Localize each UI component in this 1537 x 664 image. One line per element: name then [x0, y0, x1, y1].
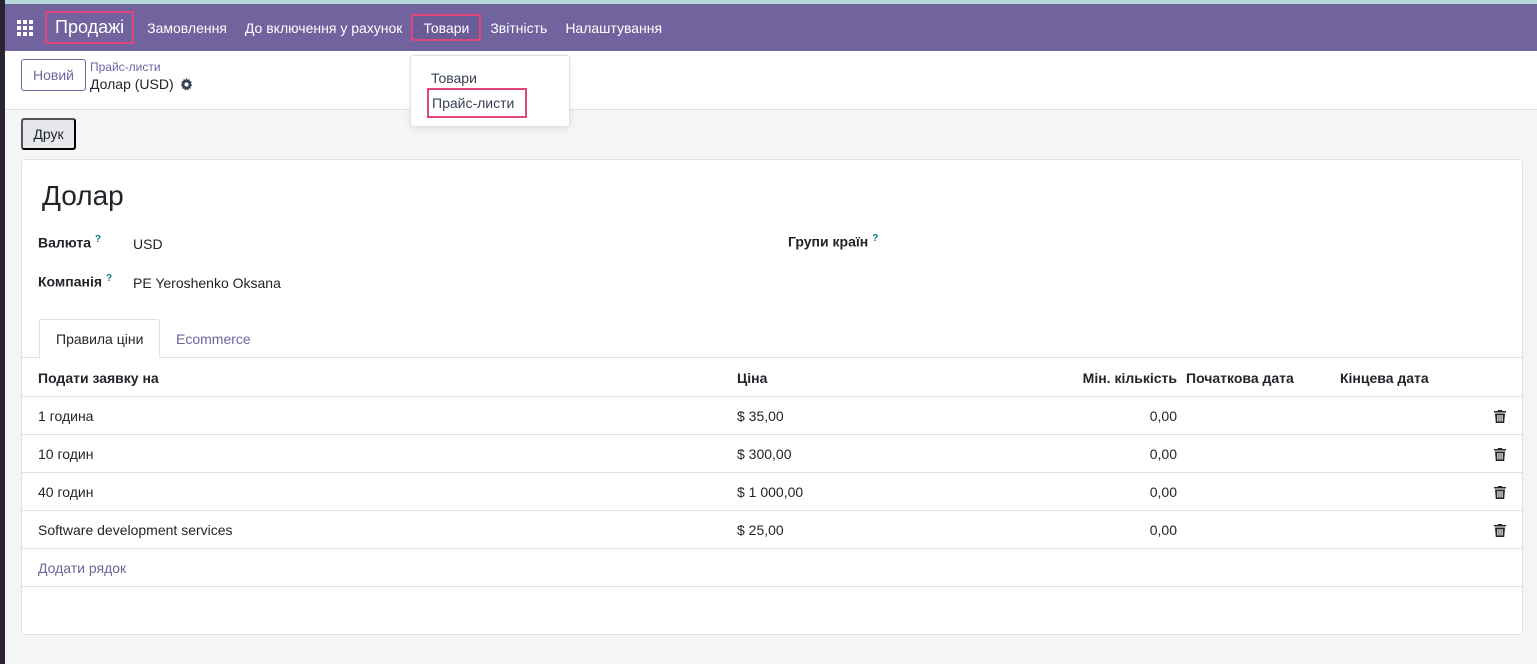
row-price: $ 25,00	[737, 522, 784, 538]
dropdown-item-products[interactable]: Товари	[431, 68, 477, 88]
row-price: $ 300,00	[737, 446, 792, 462]
row-product: 10 годин	[38, 446, 94, 462]
add-line-link[interactable]: Додати рядок	[38, 549, 126, 587]
row-product: 40 годин	[38, 484, 94, 500]
top-navbar: Продажі Замовлення До включення у рахуно…	[5, 4, 1537, 51]
country-groups-help-icon[interactable]: ?	[872, 233, 878, 244]
trash-icon[interactable]	[1492, 397, 1508, 435]
menu-orders[interactable]: Замовлення	[138, 14, 236, 41]
company-help-icon[interactable]: ?	[106, 273, 112, 284]
header-price[interactable]: Ціна	[737, 359, 767, 397]
row-price: $ 35,00	[737, 408, 784, 424]
table-row[interactable]: 1 година $ 35,00 0,00	[22, 397, 1522, 435]
country-groups-label-text: Групи країн	[788, 233, 869, 250]
header-min-qty[interactable]: Мін. кількість	[982, 359, 1177, 397]
grid-bottom-divider	[22, 586, 1522, 587]
currency-field[interactable]: USD	[133, 236, 163, 252]
table-row[interactable]: Software development services $ 25,00 0,…	[22, 511, 1522, 549]
trash-icon[interactable]	[1492, 435, 1508, 473]
table-row[interactable]: 40 годин $ 1 000,00 0,00	[22, 473, 1522, 511]
company-label-text: Компанія	[38, 273, 103, 290]
tab-price-rules[interactable]: Правила ціни	[39, 319, 161, 359]
form-sheet: Долар Валюта? USD Компанія? PE Yeroshenk…	[21, 159, 1523, 635]
row-min-qty: 0,00	[1149, 522, 1177, 538]
control-panel: Новий Прайс-листи Долар (USD)	[5, 51, 1537, 110]
dropdown-item-pricelists[interactable]: Прайс-листи	[427, 88, 527, 118]
menu-to-invoice[interactable]: До включення у рахунок	[236, 14, 412, 41]
company-label: Компанія?	[38, 273, 112, 290]
gear-icon[interactable]	[180, 77, 193, 91]
apps-menu-icon[interactable]	[5, 4, 45, 51]
menu-reporting[interactable]: Звітність	[481, 14, 556, 41]
company-field[interactable]: PE Yeroshenko Oksana	[133, 275, 281, 291]
trash-icon[interactable]	[1492, 511, 1508, 549]
row-min-qty: 0,00	[1149, 446, 1177, 462]
app-brand[interactable]: Продажі	[45, 11, 135, 44]
row-min-qty: 0,00	[1149, 408, 1177, 424]
breadcrumb-current: Долар (USD)	[90, 76, 193, 92]
products-dropdown-menu: Товари Прайс-листи	[410, 55, 570, 127]
row-price: $ 1 000,00	[737, 484, 804, 500]
header-start-date[interactable]: Початкова дата	[1186, 359, 1294, 397]
pricelist-title[interactable]: Долар	[42, 180, 124, 212]
breadcrumb-current-label: Долар (USD)	[90, 76, 174, 92]
currency-help-icon[interactable]: ?	[95, 234, 101, 245]
tab-ecommerce[interactable]: Ecommerce	[160, 319, 267, 358]
row-product: 1 година	[38, 408, 94, 424]
currency-label: Валюта?	[38, 234, 101, 251]
breadcrumb-pricelists-link[interactable]: Прайс-листи	[90, 60, 161, 74]
grid-header: Подати заявку на Ціна Мін. кількість Поч…	[22, 359, 1522, 397]
menu-configuration[interactable]: Налаштування	[556, 14, 671, 41]
print-button[interactable]: Друк	[21, 118, 76, 150]
table-row[interactable]: 10 годин $ 300,00 0,00	[22, 435, 1522, 473]
currency-label-text: Валюта	[38, 234, 92, 251]
header-apply-on[interactable]: Подати заявку на	[38, 359, 159, 397]
row-min-qty: 0,00	[1149, 484, 1177, 500]
menu-products[interactable]: Товари	[411, 14, 482, 41]
trash-icon[interactable]	[1492, 473, 1508, 511]
country-groups-label: Групи країн?	[788, 233, 878, 250]
header-end-date[interactable]: Кінцева дата	[1340, 359, 1429, 397]
notebook-tabs: Правила ціни Ecommerce	[22, 319, 1522, 359]
new-button[interactable]: Новий	[21, 59, 86, 91]
row-product: Software development services	[38, 522, 233, 538]
